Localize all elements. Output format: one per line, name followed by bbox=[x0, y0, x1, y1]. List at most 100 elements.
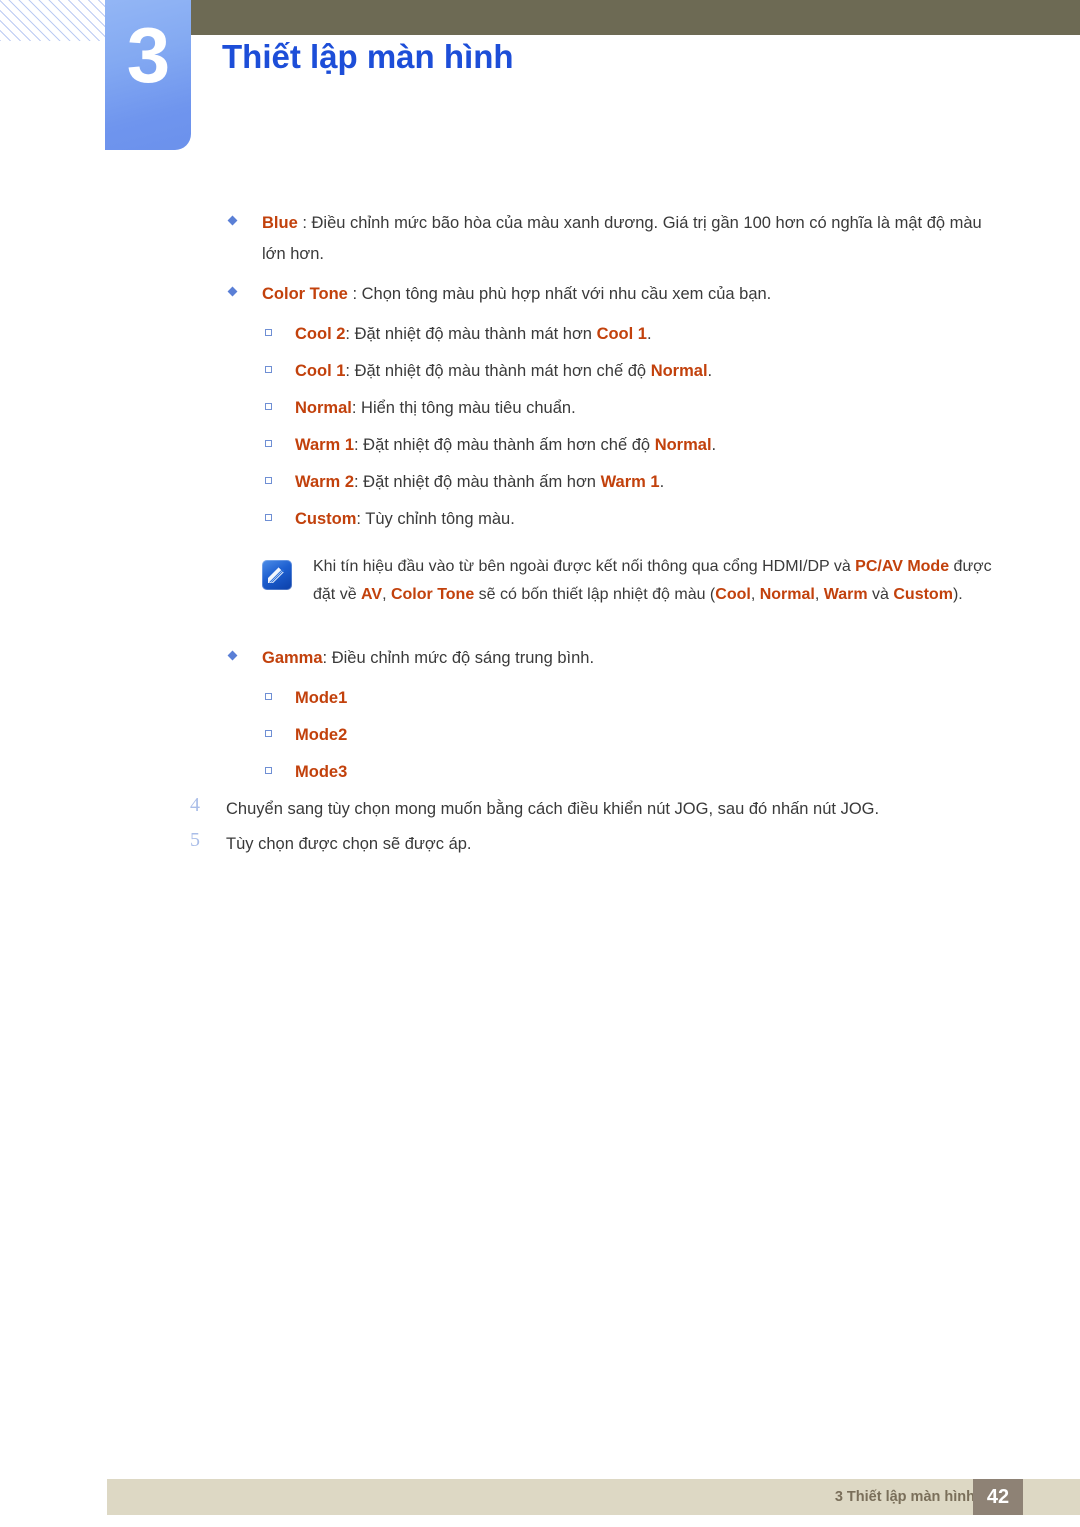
sub-item-label: Mode2 bbox=[295, 720, 1002, 751]
keyword-text: Cool 1 bbox=[596, 325, 647, 343]
body-text: . bbox=[707, 362, 713, 380]
keyword-text: Warm 1 bbox=[600, 473, 660, 491]
note-callout: Khi tín hiệu đầu vào từ bên ngoài được k… bbox=[0, 553, 1080, 623]
keyword-text: Normal bbox=[654, 436, 712, 454]
decorative-hatch-pattern bbox=[0, 0, 107, 41]
body-text: sẽ có bốn thiết lập nhiệt độ màu ( bbox=[474, 586, 716, 603]
step-number: 5 bbox=[190, 829, 200, 851]
note-text: Khi tín hiệu đầu vào từ bên ngoài được k… bbox=[313, 553, 1000, 609]
sub-item-normal: Normal: Hiển thị tông màu tiêu chuẩn. bbox=[0, 393, 1080, 424]
body-text: : Đặt nhiệt độ màu thành mát hơn chế độ bbox=[345, 362, 651, 380]
bullet-square-icon bbox=[265, 477, 272, 484]
body-text: , bbox=[382, 586, 391, 603]
page-footer: 3 Thiết lập màn hình 42 bbox=[107, 1479, 1080, 1515]
page-title: Thiết lập màn hình bbox=[222, 38, 514, 75]
sub-item-cool-2: Cool 2: Đặt nhiệt độ màu thành mát hơn C… bbox=[0, 319, 1080, 350]
sub-item-warm-1: Warm 1: Đặt nhiệt độ màu thành ấm hơn ch… bbox=[0, 430, 1080, 461]
bullet-diamond-icon bbox=[227, 650, 238, 661]
keyword-text: Cool 2 bbox=[295, 325, 346, 343]
sub-item-label: Cool 2: Đặt nhiệt độ màu thành mát hơn C… bbox=[295, 319, 1002, 350]
bullet-square-icon bbox=[265, 403, 272, 410]
keyword-text: Warm 1 bbox=[295, 436, 354, 454]
sub-item-label: Mode3 bbox=[295, 757, 1002, 788]
sub-item-label: Custom: Tùy chỉnh tông màu. bbox=[295, 504, 1002, 535]
body-text: : Đặt nhiệt độ màu thành ấm hơn bbox=[354, 473, 601, 491]
keyword-text: AV bbox=[361, 586, 383, 603]
keyword-text: Custom bbox=[893, 586, 953, 603]
page-header: 3 Thiết lập màn hình bbox=[0, 0, 1080, 160]
body-text: , bbox=[814, 586, 824, 603]
body-text: : Hiển thị tông màu tiêu chuẩn. bbox=[351, 399, 576, 417]
body-text: : Điều chỉnh mức bão hòa của màu xanh dư… bbox=[262, 214, 982, 263]
body-text: . bbox=[646, 325, 652, 343]
keyword-text: Blue bbox=[262, 214, 298, 232]
bullet-diamond-icon bbox=[227, 215, 238, 226]
gamma-option-list: Mode1 Mode2 Mode3 bbox=[0, 683, 1080, 788]
footer-page-box: 42 bbox=[973, 1479, 1023, 1515]
keyword-text: Mode1 bbox=[295, 689, 348, 707]
sub-item-mode2: Mode2 bbox=[0, 720, 1080, 751]
bullet-item-color-tone: Color Tone : Chọn tông màu phù hợp nhất … bbox=[0, 279, 1080, 310]
step-item-5: 5 Tùy chọn được chọn sẽ được áp. bbox=[0, 829, 1080, 860]
bullet-square-icon bbox=[265, 329, 272, 336]
sub-item-mode1: Mode1 bbox=[0, 683, 1080, 714]
footer-page-number: 42 bbox=[986, 1486, 1010, 1508]
body-text: : Đặt nhiệt độ màu thành ấm hơn chế độ bbox=[354, 436, 655, 454]
step-number: 4 bbox=[190, 794, 200, 816]
sub-item-label: Mode1 bbox=[295, 683, 1002, 714]
body-text: : Điều chỉnh mức độ sáng trung bình. bbox=[322, 649, 595, 667]
keyword-text: PC/AV Mode bbox=[855, 558, 950, 575]
step-text: Chuyển sang tùy chọn mong muốn bằng cách… bbox=[226, 800, 880, 818]
keyword-text: Gamma bbox=[262, 649, 323, 667]
keyword-text: Color Tone bbox=[262, 285, 348, 303]
gamma-section: Gamma: Điều chỉnh mức độ sáng trung bình… bbox=[0, 643, 1080, 674]
sub-item-label: Cool 1: Đặt nhiệt độ màu thành mát hơn c… bbox=[295, 356, 1002, 387]
body-text: ). bbox=[952, 586, 963, 603]
note-pencil-icon bbox=[262, 560, 292, 590]
bullet-square-icon bbox=[265, 730, 272, 737]
sub-item-label: Normal: Hiển thị tông màu tiêu chuẩn. bbox=[295, 393, 1002, 424]
bullet-square-icon bbox=[265, 767, 272, 774]
bullet-item-gamma: Gamma: Điều chỉnh mức độ sáng trung bình… bbox=[0, 643, 1080, 674]
chapter-number: 3 bbox=[126, 11, 170, 99]
bullet-item-label: Gamma: Điều chỉnh mức độ sáng trung bình… bbox=[262, 643, 1002, 674]
keyword-text: Mode3 bbox=[295, 763, 348, 781]
sub-item-label: Warm 1: Đặt nhiệt độ màu thành ấm hơn ch… bbox=[295, 430, 1002, 461]
keyword-text: Normal bbox=[759, 586, 815, 603]
bullet-square-icon bbox=[265, 514, 272, 521]
body-text: : Chọn tông màu phù hợp nhất với nhu cầu… bbox=[347, 285, 772, 303]
bullet-square-icon bbox=[265, 693, 272, 700]
body-text: . bbox=[711, 436, 717, 454]
step-text: Tùy chọn được chọn sẽ được áp. bbox=[226, 835, 472, 853]
keyword-text: Color Tone bbox=[390, 586, 475, 603]
body-text: : Đặt nhiệt độ màu thành mát hơn bbox=[345, 325, 597, 343]
sub-item-cool-1: Cool 1: Đặt nhiệt độ màu thành mát hơn c… bbox=[0, 356, 1080, 387]
sub-item-label: Warm 2: Đặt nhiệt độ màu thành ấm hơn Wa… bbox=[295, 467, 1002, 498]
keyword-text: Cool 1 bbox=[295, 362, 346, 380]
keyword-text: Normal bbox=[295, 399, 352, 417]
sub-item-warm-2: Warm 2: Đặt nhiệt độ màu thành ấm hơn Wa… bbox=[0, 467, 1080, 498]
keyword-text: Cool bbox=[715, 586, 751, 603]
keyword-text: Warm bbox=[823, 586, 868, 603]
bullet-diamond-icon bbox=[227, 286, 238, 297]
body-text: : Tùy chỉnh tông màu. bbox=[356, 510, 515, 528]
footer-chapter-label: 3 Thiết lập màn hình bbox=[834, 1489, 975, 1505]
chapter-number-block: 3 bbox=[105, 0, 191, 150]
keyword-text: Mode2 bbox=[295, 726, 348, 744]
color-tone-option-list: Cool 2: Đặt nhiệt độ màu thành mát hơn C… bbox=[0, 319, 1080, 535]
step-item-4: 4 Chuyển sang tùy chọn mong muốn bằng các… bbox=[0, 794, 1080, 825]
keyword-text: Custom bbox=[295, 510, 357, 528]
bullet-item-blue: Blue : Điều chỉnh mức bão hòa của màu xa… bbox=[0, 208, 1080, 270]
body-text: . bbox=[659, 473, 665, 491]
bullet-square-icon bbox=[265, 366, 272, 373]
bullet-item-label: Color Tone : Chọn tông màu phù hợp nhất … bbox=[262, 279, 1002, 310]
sub-item-custom: Custom: Tùy chỉnh tông màu. bbox=[0, 504, 1080, 535]
bullet-list-top: Blue : Điều chỉnh mức bão hòa của màu xa… bbox=[0, 208, 1080, 310]
keyword-text: Normal bbox=[650, 362, 708, 380]
body-text: Khi tín hiệu đầu vào từ bên ngoài được k… bbox=[313, 558, 856, 575]
body-text: và bbox=[867, 586, 894, 603]
page-content: Blue : Điều chỉnh mức bão hòa của màu xa… bbox=[0, 208, 1080, 864]
body-text: , bbox=[750, 586, 760, 603]
bullet-item-label: Blue : Điều chỉnh mức bão hòa của màu xa… bbox=[262, 208, 1002, 270]
numbered-step-list: 4 Chuyển sang tùy chọn mong muốn bằng các… bbox=[0, 794, 1080, 860]
